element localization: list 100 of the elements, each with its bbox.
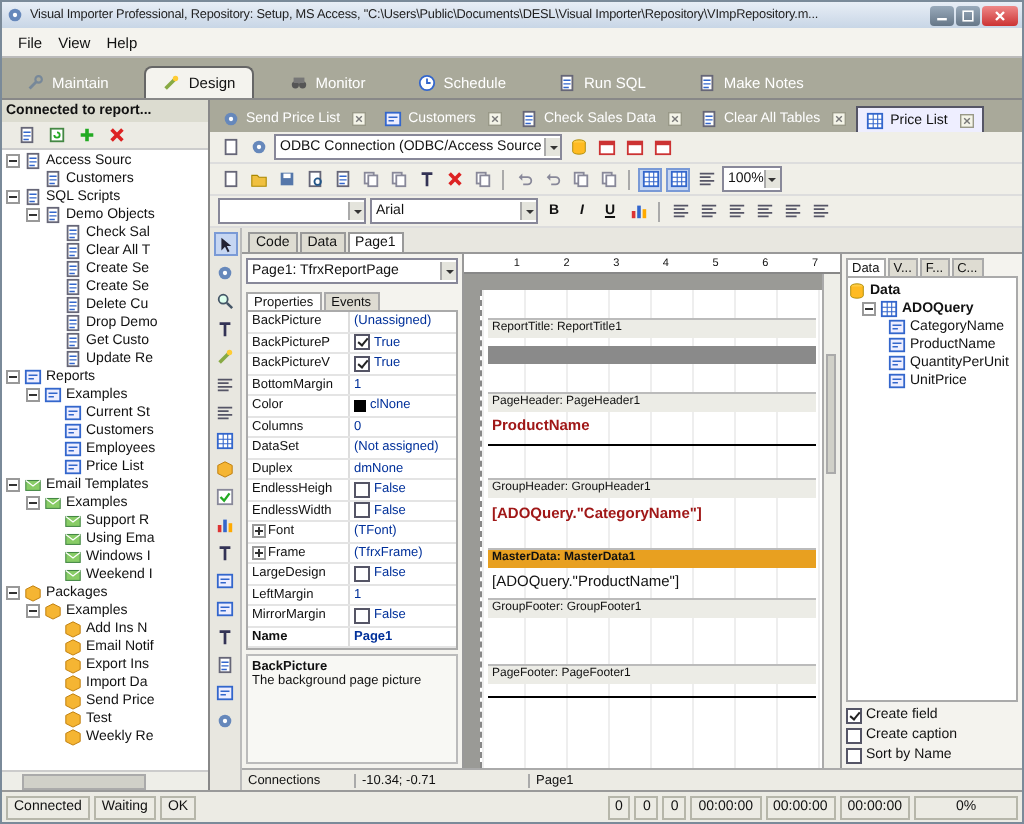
field-tool[interactable] xyxy=(213,680,237,704)
doc-icon xyxy=(64,242,82,260)
horizontal-scrollbar[interactable] xyxy=(2,770,208,790)
expander-icon[interactable] xyxy=(26,208,40,222)
field-icon xyxy=(64,458,82,476)
table-icon xyxy=(880,300,898,318)
close-icon[interactable] xyxy=(667,112,682,126)
envelope-icon xyxy=(44,494,62,512)
doc-tool[interactable] xyxy=(213,652,237,676)
doc-icon xyxy=(24,188,42,206)
lines-button[interactable] xyxy=(694,167,718,191)
checkbox[interactable] xyxy=(846,707,862,723)
field-icon xyxy=(64,422,82,440)
expander-icon[interactable] xyxy=(252,545,266,560)
expander-icon[interactable] xyxy=(26,388,40,402)
doc-icon xyxy=(64,296,82,314)
checkbox[interactable] xyxy=(846,747,862,763)
copy-button[interactable] xyxy=(358,167,382,191)
binoculars-icon xyxy=(289,73,308,91)
brush-icon xyxy=(162,74,181,92)
envelope-icon xyxy=(64,566,82,584)
close-icon[interactable] xyxy=(352,112,367,126)
align-button[interactable] xyxy=(780,199,804,223)
doc-icon xyxy=(64,224,82,242)
align-button[interactable] xyxy=(724,199,748,223)
grid-button[interactable] xyxy=(638,167,662,191)
close-icon xyxy=(992,7,1008,23)
align-button[interactable] xyxy=(752,199,776,223)
doc-icon xyxy=(699,110,718,128)
checkbox[interactable] xyxy=(354,355,370,372)
doc-icon xyxy=(64,278,82,296)
minimize-button[interactable] xyxy=(930,5,954,25)
field-tool[interactable] xyxy=(213,596,237,620)
checkbox[interactable] xyxy=(354,565,370,582)
app-icon xyxy=(6,6,24,24)
field-icon xyxy=(64,404,82,422)
envelope-icon xyxy=(24,476,42,494)
close-icon[interactable] xyxy=(959,113,974,127)
expander-icon[interactable] xyxy=(6,370,20,384)
calendar-button[interactable] xyxy=(650,135,674,159)
close-icon[interactable] xyxy=(487,112,502,126)
expander-icon[interactable] xyxy=(6,478,20,492)
wrench-icon xyxy=(26,73,44,91)
field-icon xyxy=(888,318,906,336)
field-icon xyxy=(888,354,906,372)
calendar-button[interactable] xyxy=(622,135,646,159)
grid-icon xyxy=(866,111,885,129)
expander-icon[interactable] xyxy=(26,496,40,510)
expander-icon[interactable] xyxy=(862,302,876,316)
envelope-icon xyxy=(64,548,82,566)
grid-button[interactable] xyxy=(666,167,690,191)
gear-icon xyxy=(222,110,240,128)
expander-icon[interactable] xyxy=(252,524,266,539)
field-tool[interactable] xyxy=(213,568,237,592)
checkbox[interactable] xyxy=(354,334,370,351)
doc-icon xyxy=(44,206,62,224)
expander-icon[interactable] xyxy=(6,154,20,168)
doc-icon xyxy=(558,73,577,91)
expander-icon[interactable] xyxy=(26,604,40,618)
align-button[interactable] xyxy=(808,199,832,223)
magnifier-tool[interactable] xyxy=(213,288,237,312)
checkbox[interactable] xyxy=(846,727,862,743)
align-button[interactable] xyxy=(696,199,720,223)
expander-icon[interactable] xyxy=(6,586,20,600)
expander-icon[interactable] xyxy=(6,190,20,204)
field-icon xyxy=(888,336,906,354)
maximize-icon xyxy=(960,7,976,23)
doc-icon xyxy=(64,260,82,278)
doc-icon xyxy=(64,350,82,368)
check-tool[interactable] xyxy=(213,484,237,508)
refresh-button[interactable] xyxy=(44,123,68,147)
align-button[interactable] xyxy=(668,199,692,223)
doc-icon xyxy=(64,332,82,350)
checkbox[interactable] xyxy=(354,502,370,519)
copy-button[interactable] xyxy=(470,167,494,191)
clock-icon xyxy=(417,73,436,91)
close-icon[interactable] xyxy=(832,112,847,126)
doc-icon xyxy=(64,314,82,332)
database-icon xyxy=(848,282,866,300)
field-icon xyxy=(888,372,906,390)
vertical-scrollbar[interactable] xyxy=(822,274,840,768)
doc-icon xyxy=(519,110,538,128)
field-icon xyxy=(24,368,42,386)
field-icon xyxy=(384,110,403,128)
envelope-icon xyxy=(64,530,82,548)
calendar-button[interactable] xyxy=(594,135,618,159)
field-icon xyxy=(44,386,62,404)
field-icon xyxy=(64,440,82,458)
checkbox[interactable] xyxy=(354,607,370,624)
copy-button[interactable] xyxy=(568,167,592,191)
copy-button[interactable] xyxy=(596,167,620,191)
doc-icon xyxy=(697,73,716,91)
maximize-button[interactable] xyxy=(956,5,980,25)
checkbox[interactable] xyxy=(354,481,370,498)
close-button[interactable] xyxy=(982,5,1018,25)
doc-icon xyxy=(24,152,42,170)
grid-tool[interactable] xyxy=(213,428,237,452)
envelope-icon xyxy=(64,512,82,530)
cursor-tool[interactable] xyxy=(213,232,237,256)
doc-icon xyxy=(44,170,62,188)
